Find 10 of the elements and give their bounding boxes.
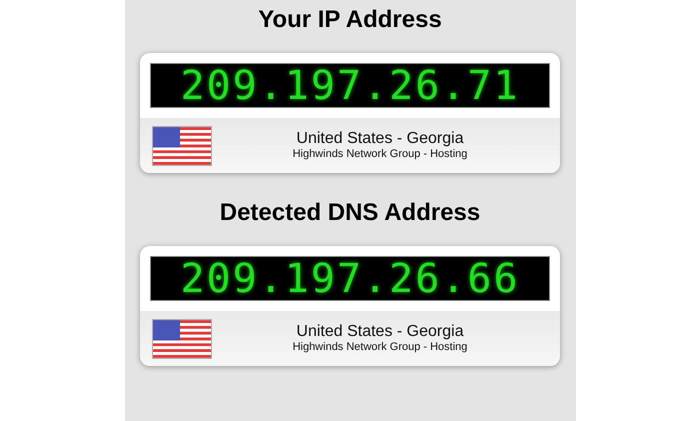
us-flag-icon [152,318,212,358]
ip-display: 209.197.26.71 [180,64,520,106]
location-text: United States - Georgia [296,130,464,148]
ip-display: 209.197.26.66 [180,258,520,300]
location-text: United States - Georgia [296,323,464,341]
section-heading: Detected DNS Address [220,198,480,228]
section-heading: Your IP Address [258,5,442,35]
provider-text: Highwinds Network Group - Hosting [292,148,468,161]
us-flag-icon [152,126,212,166]
provider-text: Highwinds Network Group - Hosting [292,341,468,354]
